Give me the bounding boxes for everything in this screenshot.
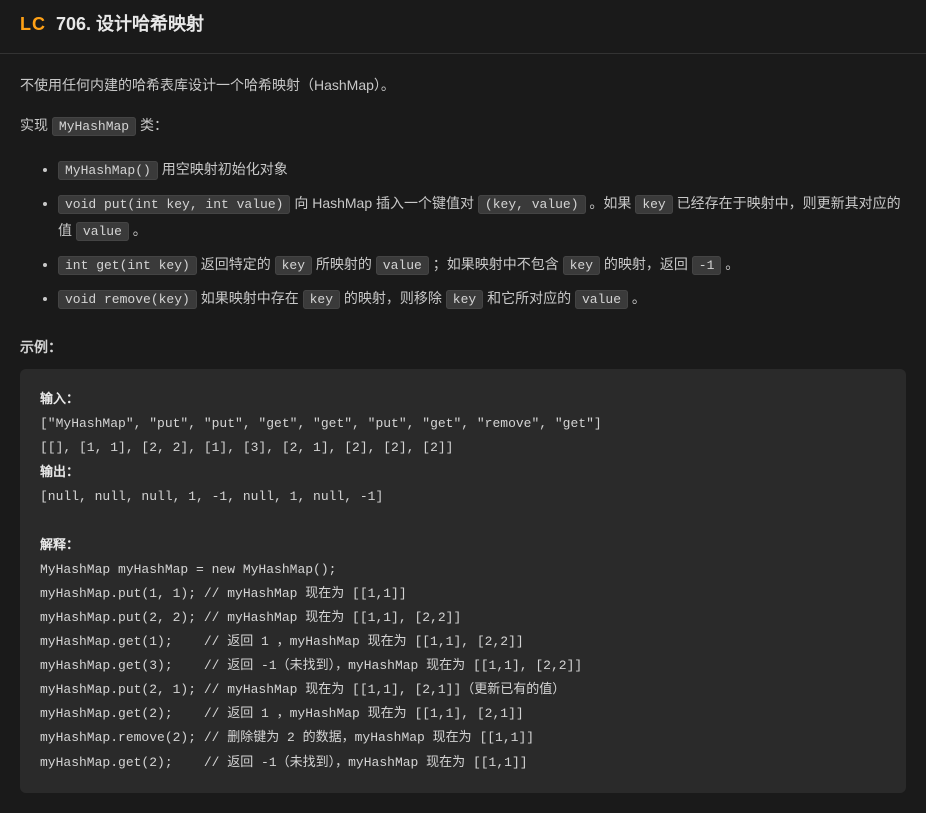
- param-code: (key, value): [478, 195, 586, 214]
- implement-class-code: MyHashMap: [52, 117, 136, 136]
- method-code: void put(int key, int value): [58, 195, 290, 214]
- param-code: key: [275, 256, 312, 275]
- method-desc: 返回特定的: [197, 256, 275, 272]
- param-code: key: [446, 290, 483, 309]
- method-desc: 的映射，则移除: [340, 290, 446, 306]
- method-desc: 。: [721, 256, 739, 272]
- example-label: 示例：: [20, 336, 906, 358]
- lc-badge: LC: [20, 10, 46, 39]
- output-line: [null, null, null, 1, -1, null, 1, null,…: [40, 489, 383, 504]
- param-code: value: [76, 222, 129, 241]
- param-code: key: [563, 256, 600, 275]
- problem-title: 706. 设计哈希映射: [56, 10, 204, 39]
- method-code: void remove(key): [58, 290, 197, 309]
- param-code: key: [303, 290, 340, 309]
- explain-label: 解释：: [40, 537, 79, 552]
- param-code: key: [635, 195, 672, 214]
- implement-line: 实现 MyHashMap 类：: [20, 114, 906, 138]
- method-put: void put(int key, int value) 向 HashMap 插…: [58, 190, 906, 245]
- output-label: 输出：: [40, 464, 79, 479]
- intro-text: 不使用任何内建的哈希表库设计一个哈希映射（HashMap）。: [20, 74, 906, 96]
- problem-content: 不使用任何内建的哈希表库设计一个哈希映射（HashMap）。 实现 MyHash…: [0, 54, 926, 813]
- problem-header: LC 706. 设计哈希映射: [0, 0, 926, 54]
- method-remove: void remove(key) 如果映射中存在 key 的映射，则移除 key…: [58, 285, 906, 313]
- input-line-1: ["MyHashMap", "put", "put", "get", "get"…: [40, 416, 602, 431]
- method-desc: 向 HashMap 插入一个键值对: [290, 195, 477, 211]
- method-desc: 。如果: [586, 195, 636, 211]
- header-title-row: LC 706. 设计哈希映射: [20, 10, 906, 39]
- method-desc: 如果映射中存在: [197, 290, 303, 306]
- example-code-block: 输入： ["MyHashMap", "put", "put", "get", "…: [20, 369, 906, 793]
- param-code: value: [376, 256, 429, 275]
- method-code: MyHashMap(): [58, 161, 158, 180]
- param-code: value: [575, 290, 628, 309]
- input-line-2: [[], [1, 1], [2, 2], [1], [3], [2, 1], […: [40, 440, 453, 455]
- method-desc: ；如果映射中不包含: [429, 256, 563, 272]
- method-constructor: MyHashMap() 用空映射初始化对象: [58, 156, 906, 184]
- method-get: int get(int key) 返回特定的 key 所映射的 value ；如…: [58, 251, 906, 279]
- implement-suffix: 类：: [136, 117, 168, 133]
- method-desc: 和它所对应的: [483, 290, 575, 306]
- method-desc: 用空映射初始化对象: [158, 161, 288, 177]
- method-desc: 。: [129, 222, 147, 238]
- method-desc: 。: [628, 290, 646, 306]
- explain-lines: MyHashMap myHashMap = new MyHashMap(); m…: [40, 562, 582, 769]
- implement-prefix: 实现: [20, 117, 52, 133]
- method-list: MyHashMap() 用空映射初始化对象 void put(int key, …: [20, 156, 906, 312]
- method-desc: 所映射的: [312, 256, 376, 272]
- param-code: -1: [692, 256, 722, 275]
- method-code: int get(int key): [58, 256, 197, 275]
- method-desc: 的映射，返回: [600, 256, 692, 272]
- input-label: 输入：: [40, 391, 79, 406]
